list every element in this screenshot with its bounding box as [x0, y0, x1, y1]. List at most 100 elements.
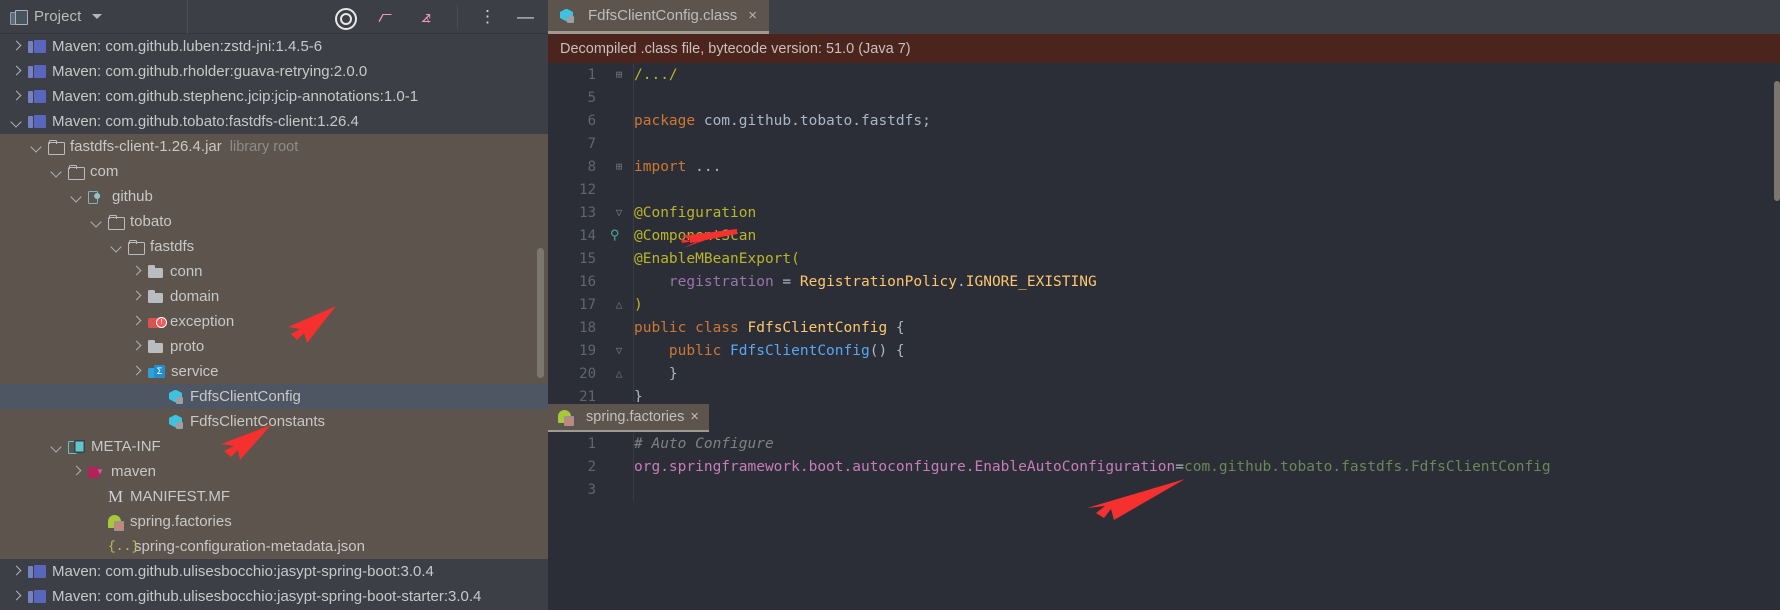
- tree-row[interactable]: FdfsClientConfig: [0, 384, 548, 409]
- chevron-down-icon[interactable]: [110, 240, 123, 253]
- code-editor-properties[interactable]: 1 # Auto Configure 2 org.springframework.bo…: [548, 432, 1780, 501]
- code-line: 7: [548, 132, 1780, 155]
- tab-fdfsclientconfig-class[interactable]: FdfsClientConfig.class ×: [548, 0, 769, 34]
- tree-row[interactable]: Maven: com.github.ulisesbocchio:jasypt-s…: [0, 584, 548, 609]
- line-number: 6: [587, 112, 596, 129]
- chevron-down-icon[interactable]: [10, 115, 23, 128]
- chevron-right-icon[interactable]: [70, 465, 83, 478]
- code-editor-class[interactable]: 1 ⊞ /.../ 5 6 package com.github.tobato.fastd…: [548, 63, 1780, 403]
- chevron-right-icon[interactable]: [10, 90, 23, 103]
- chevron-right-icon[interactable]: [10, 65, 23, 78]
- folder-outline-icon: [68, 164, 85, 180]
- more-options-icon[interactable]: ⋮: [479, 7, 496, 26]
- tree-row[interactable]: github: [0, 184, 548, 209]
- project-tree-scrollbar[interactable]: [537, 248, 544, 378]
- tree-row[interactable]: META-INF: [0, 434, 548, 459]
- chevron-right-icon[interactable]: [130, 315, 143, 328]
- tree-row[interactable]: exception: [0, 309, 548, 334]
- fold-marker[interactable]: ▽: [608, 206, 630, 219]
- tree-row[interactable]: domain: [0, 284, 548, 309]
- chevron-right-icon[interactable]: [10, 590, 23, 603]
- fold-marker[interactable]: △: [608, 298, 630, 311]
- line-number: 19: [579, 342, 596, 359]
- tree-row[interactable]: Maven: com.github.luben:zstd-jni:1.4.5-6: [0, 34, 548, 59]
- tree-row[interactable]: FdfsClientConstants: [0, 409, 548, 434]
- chevron-right-icon[interactable]: [10, 565, 23, 578]
- code-line: 14 @ComponentScan: [548, 224, 1780, 247]
- chevron-right-icon[interactable]: [130, 290, 143, 303]
- expand-all-icon[interactable]: ⦧: [375, 7, 395, 27]
- tree-row-label: fastdfs-client-1.26.4.jar: [70, 138, 222, 155]
- tree-row[interactable]: service: [0, 359, 548, 384]
- fold-marker[interactable]: ▽: [608, 344, 630, 357]
- chevron-down-icon[interactable]: [30, 140, 43, 153]
- tab-label: FdfsClientConfig.class: [588, 7, 738, 24]
- tree-row[interactable]: conn: [0, 259, 548, 284]
- tree-row-label: META-INF: [91, 438, 161, 455]
- fold-marker[interactable]: ⊞: [608, 160, 630, 173]
- project-title-group[interactable]: Project: [0, 0, 188, 34]
- tree-row-label: FdfsClientConstants: [190, 413, 326, 430]
- chevron-right-icon[interactable]: [130, 365, 143, 378]
- code-line: 18 public class FdfsClientConfig {: [548, 316, 1780, 339]
- tab-label: spring.factories: [586, 409, 685, 425]
- tree-row[interactable]: M MANIFEST.MF: [0, 484, 548, 509]
- chevron-down-icon[interactable]: [50, 165, 63, 178]
- tree-row-label: FdfsClientConfig: [190, 388, 301, 405]
- chevron-down-icon[interactable]: [70, 190, 83, 203]
- scrollbar-thumb[interactable]: [1774, 81, 1780, 201]
- tree-row-label: domain: [170, 288, 220, 305]
- code-line: 13 ▽ @Configuration: [548, 201, 1780, 224]
- collapse-all-icon[interactable]: ⦨: [416, 7, 436, 27]
- chevron-right-icon[interactable]: [130, 265, 143, 278]
- tree-row[interactable]: fastdfs-client-1.26.4.jar library root: [0, 134, 548, 159]
- code-token: @Configuration: [634, 204, 757, 221]
- chevron-down-icon[interactable]: [50, 440, 63, 453]
- minimize-icon[interactable]: —: [517, 7, 534, 26]
- close-icon[interactable]: ×: [748, 7, 757, 24]
- tree-row[interactable]: com: [0, 159, 548, 184]
- library-icon: [28, 114, 46, 129]
- chevron-right-icon[interactable]: [10, 40, 23, 53]
- library-icon: [28, 564, 46, 579]
- tree-row-label: service: [171, 363, 219, 380]
- code-text: package com.github.tobato.fastdfs;: [630, 113, 931, 129]
- manifest-icon: M: [108, 486, 124, 506]
- page-title: Project: [34, 8, 82, 25]
- code-text: @ComponentScan: [630, 228, 756, 244]
- editor-scrollbar[interactable]: [1774, 63, 1780, 403]
- tree-row[interactable]: fastdfs: [0, 234, 548, 259]
- code-line: 5: [548, 86, 1780, 109]
- code-token: ): [634, 296, 643, 313]
- fold-marker[interactable]: ⊞: [608, 68, 630, 81]
- tree-row[interactable]: proto: [0, 334, 548, 359]
- tree-row[interactable]: tobato: [0, 209, 548, 234]
- spring-icon: [108, 514, 124, 531]
- code-lines: 1 ⊞ /.../ 5 6 package com.github.tobato.fastd…: [548, 63, 1780, 404]
- search-icon[interactable]: ⚲: [610, 228, 620, 243]
- code-token: public class: [634, 319, 748, 336]
- close-icon[interactable]: ×: [690, 409, 698, 425]
- chevron-down-icon[interactable]: [92, 14, 103, 19]
- folder-error-icon: [148, 315, 167, 329]
- tree-row[interactable]: Maven: com.github.rholder:guava-retrying…: [0, 59, 548, 84]
- tree-row[interactable]: maven: [0, 459, 548, 484]
- tree-row[interactable]: spring.factories: [0, 509, 548, 534]
- code-token: =: [1175, 458, 1184, 475]
- tree-row[interactable]: Maven: com.github.ulisesbocchio:jasypt-s…: [0, 559, 548, 584]
- github-folder-icon: [88, 188, 106, 204]
- decompiled-notice: Decompiled .class file, bytecode version…: [548, 34, 1780, 63]
- tab-spring-factories[interactable]: spring.factories ×: [548, 404, 709, 432]
- code-text: /.../: [630, 67, 678, 83]
- tree-row[interactable]: {..} spring-configuration-metadata.json: [0, 534, 548, 559]
- chevron-down-icon[interactable]: [90, 215, 103, 228]
- tree-row[interactable]: Maven: com.github.tobato:fastdfs-client:…: [0, 109, 548, 134]
- fold-marker[interactable]: △: [608, 367, 630, 380]
- chevron-right-icon[interactable]: [130, 340, 143, 353]
- locate-icon[interactable]: [334, 7, 357, 30]
- code-token: # Auto Configure: [634, 435, 774, 452]
- editor-area: FdfsClientConfig.class × Decompiled .cla…: [548, 0, 1780, 610]
- tree-row[interactable]: Maven: com.github.stephenc.jcip:jcip-ann…: [0, 84, 548, 109]
